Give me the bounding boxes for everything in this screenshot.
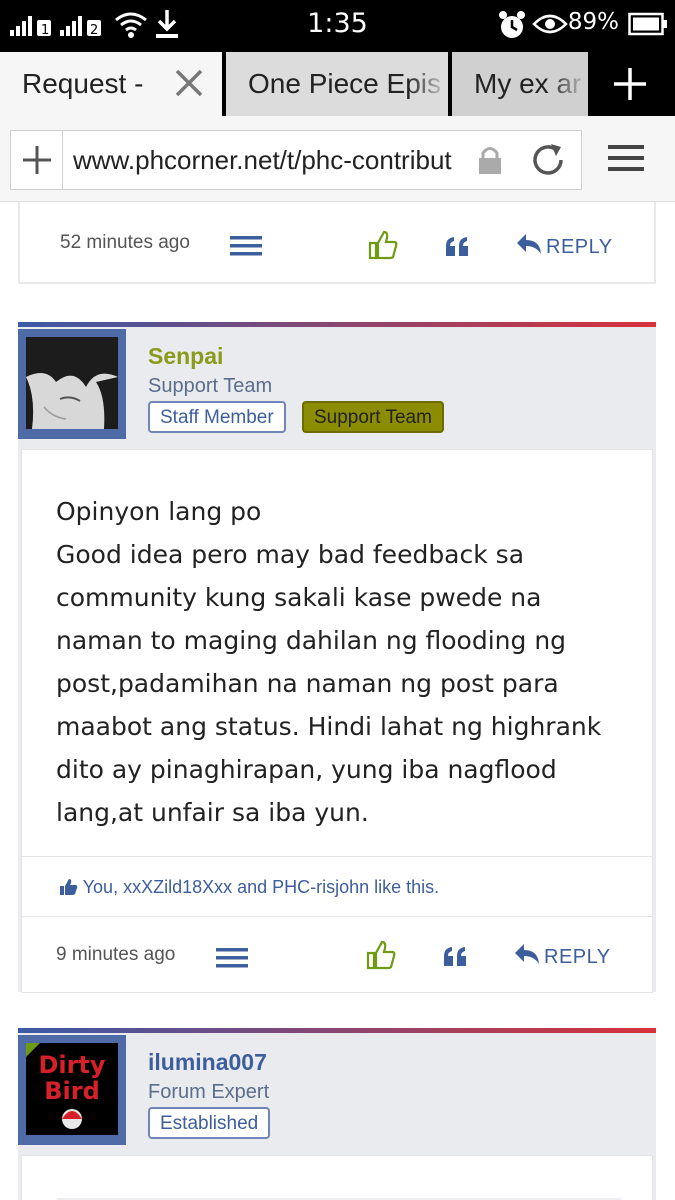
support-team-badge: Support Team <box>302 401 444 433</box>
quote-icon[interactable] <box>442 946 470 968</box>
footer-divider <box>22 916 652 917</box>
tab-request[interactable]: Request - <box>0 52 222 116</box>
forum-post: Dirty Bird ilumina007 Forum Expert Estab… <box>18 1028 656 1200</box>
reply-button[interactable]: REPLY <box>544 946 611 969</box>
avatar-frame <box>18 329 126 439</box>
address-bar-row: www.phcorner.net/t/phc-contribut <box>0 116 675 202</box>
reply-icon[interactable] <box>514 942 540 968</box>
address-bar[interactable]: www.phcorner.net/t/phc-contribut <box>10 130 582 190</box>
post-menu-icon[interactable] <box>230 236 262 256</box>
likes-text: You, xxXZild18Xxx and PHC-risjohn like t… <box>82 877 440 897</box>
new-tab-icon[interactable] <box>612 66 648 102</box>
user-title: Forum Expert <box>148 1081 270 1103</box>
bookmark-add-button[interactable] <box>11 131 63 189</box>
post-time[interactable]: 9 minutes ago <box>56 944 175 966</box>
like-icon[interactable] <box>366 940 396 970</box>
message-text: Opinyon lang po Good idea pero may bad f… <box>56 497 602 827</box>
message-body <box>21 1155 653 1200</box>
post-time[interactable]: 52 minutes ago <box>60 232 190 254</box>
avatar-image <box>26 337 118 429</box>
browser-menu-icon[interactable] <box>608 142 644 174</box>
thumbs-up-icon <box>60 879 78 895</box>
forum-post: Senpai Support Team Staff Member Support… <box>18 322 656 993</box>
avatar-image: Dirty Bird <box>26 1043 118 1135</box>
avatar-frame: Dirty Bird <box>18 1035 126 1145</box>
quote-icon[interactable] <box>444 236 472 258</box>
user-title: Support Team <box>148 375 273 397</box>
username[interactable]: ilumina007 <box>148 1049 267 1076</box>
tab-bar: Request - One Piece Epis My ex ar <box>0 52 675 116</box>
battery-percent: 89% <box>567 9 619 35</box>
tab-one-piece[interactable]: One Piece Epis <box>226 52 448 116</box>
reply-button[interactable]: REPLY <box>546 236 613 259</box>
staff-member-badge: Staff Member <box>148 401 286 433</box>
reply-icon[interactable] <box>516 232 542 258</box>
avatar[interactable]: Dirty Bird <box>26 1043 118 1135</box>
plus-icon <box>23 146 51 174</box>
likes-summary[interactable]: You, xxXZild18Xxx and PHC-risjohn like t… <box>22 856 652 898</box>
battery-icon <box>628 12 667 36</box>
status-bar: 1 2 1:35 89% <box>0 0 675 52</box>
established-badge: Established <box>148 1107 271 1139</box>
avatar-text: Bird <box>44 1077 100 1105</box>
username[interactable]: Senpai <box>148 343 223 370</box>
alarm-icon <box>499 11 525 38</box>
tab-fade <box>548 52 588 116</box>
avatar-text: Dirty <box>38 1051 105 1079</box>
lock-icon <box>479 147 501 174</box>
close-tab-icon[interactable] <box>172 66 206 100</box>
previous-post-footer: 52 minutes ago REPLY <box>18 202 656 284</box>
tab-fade <box>408 52 448 116</box>
message-body: Opinyon lang po Good idea pero may bad f… <box>21 449 653 993</box>
tab-label: Request - <box>22 68 144 99</box>
like-icon[interactable] <box>368 230 398 260</box>
reload-icon[interactable] <box>531 143 567 177</box>
post-menu-icon[interactable] <box>216 948 248 968</box>
tab-my-ex[interactable]: My ex ar <box>452 52 588 116</box>
eye-icon <box>532 14 568 34</box>
avatar[interactable] <box>26 337 118 429</box>
url-text[interactable]: www.phcorner.net/t/phc-contribut <box>73 131 473 189</box>
